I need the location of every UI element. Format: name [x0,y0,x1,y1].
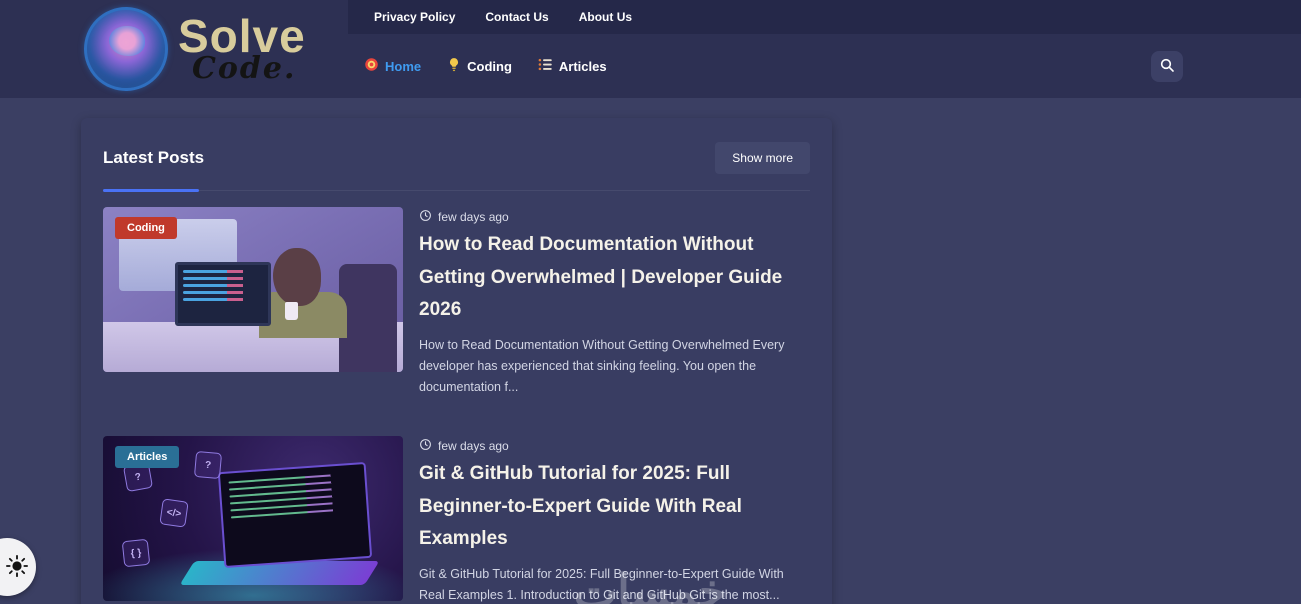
illustration-chip-braces: { } [121,538,151,568]
category-badge-articles[interactable]: Articles [115,446,180,469]
sun-icon [6,554,28,580]
latest-posts-panel: Latest Posts Show more Coding few days a… [81,118,832,604]
nav-label-home: Home [385,58,422,74]
post-excerpt-1: How to Read Documentation Without Gettin… [419,338,785,395]
nav-item-home[interactable]: Home [364,57,421,75]
list-icon [538,58,553,74]
header-right: Privacy Policy Contact Us About Us Home … [348,0,1301,98]
site-header: Solve Code. Privacy Policy Contact Us Ab… [0,0,1301,98]
illustration-laptop [175,262,271,326]
nav-item-articles[interactable]: Articles [538,58,607,74]
main-nav: Home Coding Articles [348,34,1301,98]
post-title-1[interactable]: How to Read Documentation Without Gettin… [419,229,810,327]
post-thumbnail-1[interactable]: Coding [103,207,403,372]
post-meta-2: few days ago [419,438,810,454]
logo-text: Solve Code. [178,13,306,86]
logo-subtitle: Code. [192,50,297,86]
nav-label-coding: Coding [467,58,512,74]
post-thumbnail-2[interactable]: Articles ? </> { } ? [103,436,403,602]
topbar-link-privacy-policy[interactable]: Privacy Policy [374,10,455,24]
nav-label-articles: Articles [558,58,607,74]
search-button[interactable] [1151,50,1183,82]
post-time-1: few days ago [438,210,509,224]
illustration-laptop-screen [217,461,373,569]
post-item-2: Articles ? </> { } ? few days ago Git & … [103,436,810,604]
clock-icon [419,438,432,454]
topbar-link-about-us[interactable]: About Us [579,10,632,24]
brain-logo-icon [84,7,168,91]
illustration-chip-question2: ? [193,450,223,480]
lightbulb-icon [447,57,461,75]
logo[interactable]: Solve Code. [0,0,348,98]
search-icon [1159,57,1175,76]
topbar: Privacy Policy Contact Us About Us [348,0,1301,34]
post-body-1: few days ago How to Read Documentation W… [419,207,810,398]
target-icon [364,57,379,75]
nav-item-coding[interactable]: Coding [447,57,512,75]
post-time-2: few days ago [438,439,509,454]
post-excerpt-2: Git & GitHub Tutorial for 2025: Full Beg… [419,567,784,603]
topbar-link-contact-us[interactable]: Contact Us [485,10,548,24]
post-meta-1: few days ago [419,209,810,225]
clock-icon [419,209,432,225]
illustration-person-hair [273,248,321,306]
post-item-1: Coding few days ago How to Read Document… [103,207,810,398]
illustration-cup [285,302,298,320]
illustration-chair [339,264,397,372]
theme-toggle-button[interactable] [0,538,36,596]
illustration-laptop-base [179,561,380,586]
show-more-button[interactable]: Show more [715,142,810,174]
category-badge-coding[interactable]: Coding [115,217,177,239]
post-body-2: few days ago Git & GitHub Tutorial for 2… [419,436,810,604]
section-title: Latest Posts [103,148,205,167]
post-title-2[interactable]: Git & GitHub Tutorial for 2025: Full Beg… [419,458,810,556]
illustration-chip-code: </> [159,498,189,528]
latest-posts-header: Latest Posts Show more [103,142,810,192]
